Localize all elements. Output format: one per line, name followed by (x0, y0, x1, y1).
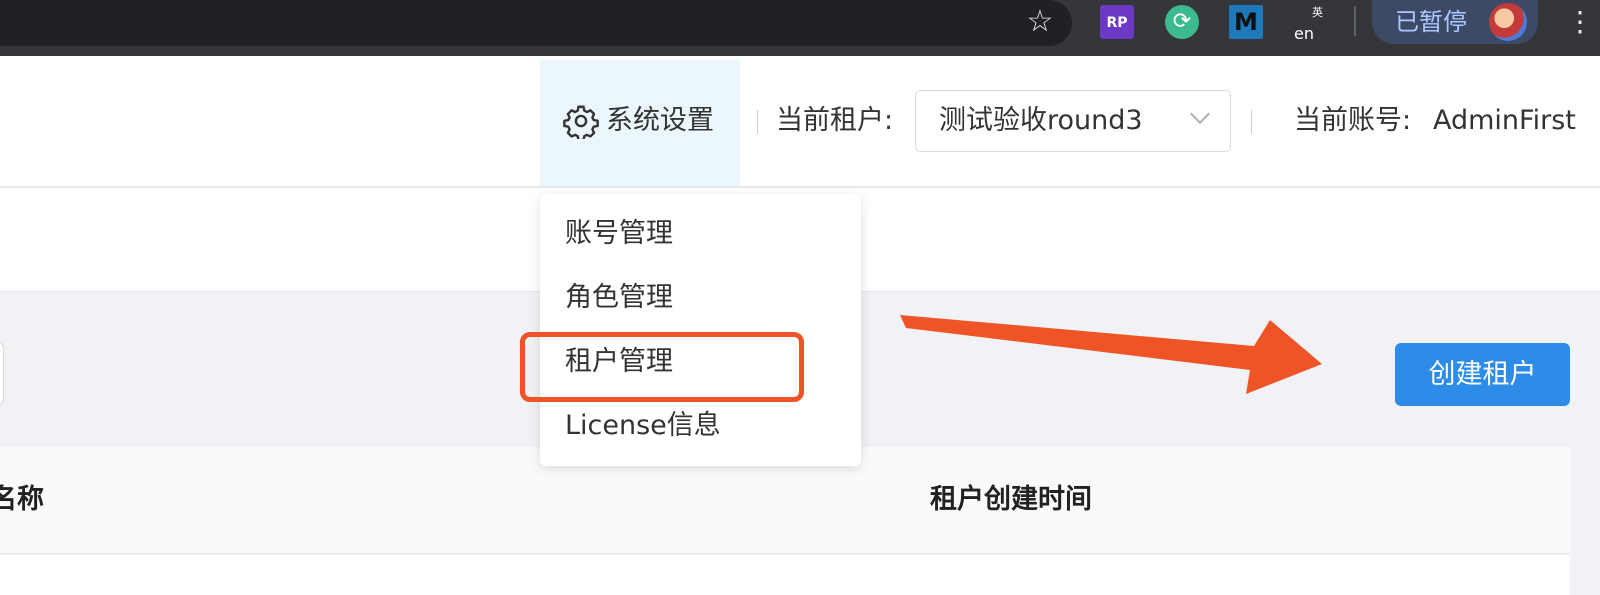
column-header-name: 名称 (0, 484, 44, 515)
m-extension-icon[interactable]: M (1229, 5, 1263, 39)
current-account-value: AdminFirst (1433, 105, 1576, 136)
menu-item-license-info[interactable]: License信息 (565, 408, 721, 444)
tenant-select-value: 测试验收round3 (939, 105, 1143, 136)
bookmark-star-icon[interactable]: ☆ (1022, 4, 1058, 40)
sync-icon[interactable]: ⟳ (1165, 5, 1199, 39)
header-divider (757, 110, 758, 134)
chevron-down-icon (1190, 112, 1210, 124)
current-account-label: 当前账号: (1294, 105, 1412, 136)
paused-label: 已暂停 (1395, 8, 1467, 36)
system-settings-label: 系统设置 (606, 105, 714, 136)
search-input[interactable] (0, 342, 4, 406)
axure-rp-icon[interactable]: RP (1100, 5, 1134, 39)
translate-en-icon[interactable]: 英 en (1292, 4, 1328, 43)
profile-avatar[interactable] (1489, 3, 1527, 41)
translate-label: en (1294, 24, 1314, 43)
table-body (0, 555, 1570, 595)
menu-item-role-management[interactable]: 角色管理 (565, 280, 673, 316)
toolbar-divider (1354, 6, 1356, 36)
annotation-arrow (900, 315, 1322, 394)
header-divider (1251, 110, 1252, 134)
annotation-highlight-box (520, 332, 804, 402)
translate-sub-label: 英 (1312, 6, 1323, 19)
browser-menu-icon[interactable]: ⋮ (1566, 4, 1594, 40)
current-tenant-label: 当前租户: (776, 105, 894, 136)
create-tenant-button[interactable]: 创建租户 (1395, 343, 1570, 406)
column-header-created-time: 租户创建时间 (930, 484, 1092, 515)
gear-icon (563, 105, 599, 139)
address-bar[interactable] (0, 0, 1072, 46)
menu-item-account-management[interactable]: 账号管理 (565, 216, 673, 252)
